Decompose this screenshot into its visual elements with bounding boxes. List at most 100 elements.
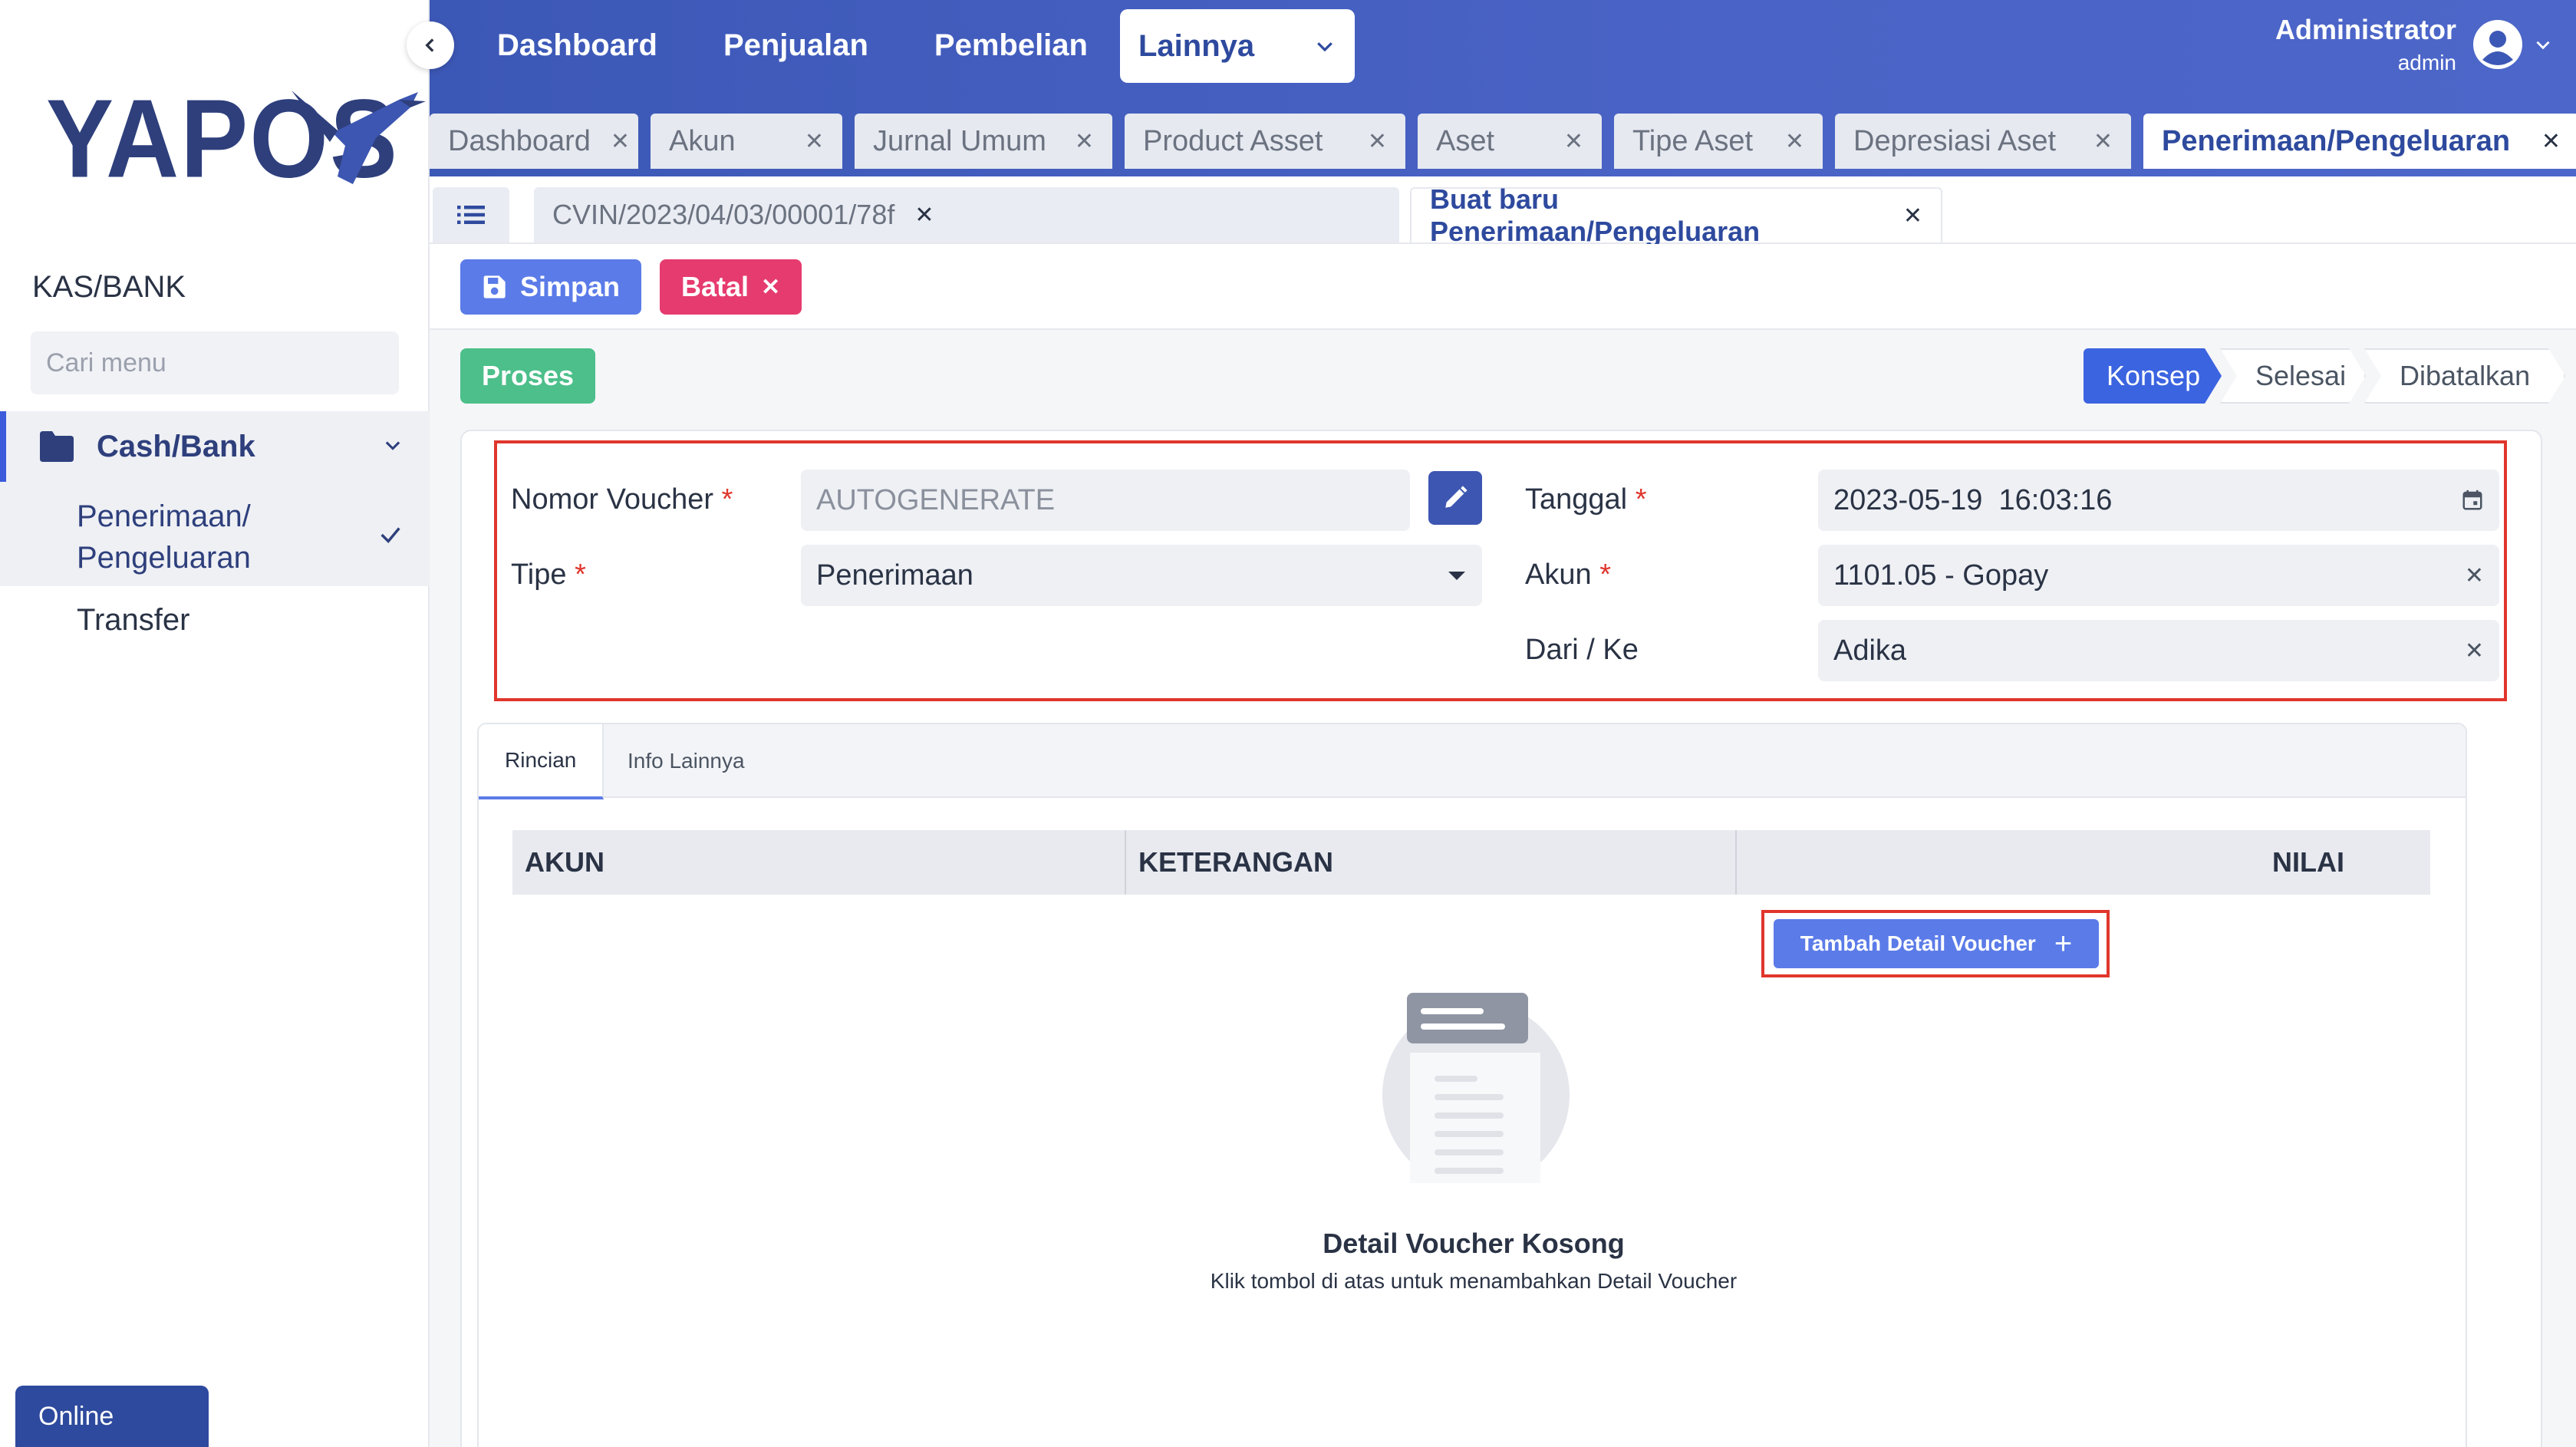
user-avatar-icon [2474,21,2522,68]
close-icon[interactable]: ✕ [1765,128,1804,155]
status-step-dibatalkan[interactable]: Dibatalkan [2364,348,2565,404]
sidebar-section-title: KAS/BANK [32,270,186,304]
save-button[interactable]: Simpan [460,259,642,315]
cancel-button-label: Batal [681,271,749,302]
module-tab-depresiasi-aset[interactable]: Depresiasi Aset ✕ [1835,114,2131,169]
close-icon: ✕ [761,274,781,300]
voucher-number-label-text: Nomor Voucher [511,483,714,516]
nav-lainnya-dropdown[interactable]: Lainnya [1120,9,1355,83]
voucher-number-field[interactable]: AUTOGENERATE [801,470,1410,531]
status-step-konsep[interactable]: Konsep [2084,348,2222,404]
close-icon[interactable]: ✕ [2074,128,2113,155]
party-label: Dari / Ke [1525,634,1639,666]
avatar[interactable] [2473,20,2522,69]
required-mark: * [575,559,586,591]
chevron-down-icon [1317,42,1332,52]
type-select[interactable]: Penerimaan [801,545,1482,606]
status-step-label: Konsep [2107,360,2201,391]
date-field[interactable]: 2023-05-19 16:03:16 [1818,470,2499,531]
add-detail-voucher-button[interactable]: Tambah Detail Voucher + [1774,919,2099,968]
empty-document-illustration-icon [1382,993,1570,1183]
close-icon[interactable]: ✕ [2522,128,2561,155]
nav-lainnya-label: Lainnya [1138,28,1255,63]
document-tab-cvin[interactable]: CVIN/2023/04/03/00001/78f ✕ [534,187,1399,242]
column-header-akun[interactable]: AKUN [512,830,1126,895]
close-icon[interactable]: ✕ [1348,128,1387,155]
edit-voucher-number-button[interactable] [1428,471,1482,525]
module-tab-jurnal-umum[interactable]: Jurnal Umum ✕ [855,114,1112,169]
clear-icon[interactable]: ✕ [2465,562,2484,589]
process-button[interactable]: Proses [460,348,596,404]
account-label-text: Akun [1525,559,1592,591]
account-select[interactable]: 1101.05 - Gopay ✕ [1818,545,2499,606]
status-flow: Konsep Selesai Dibatalkan [2085,348,2565,404]
sidebar-item-penerimaan-pengeluaran[interactable]: Penerimaan/ Pengeluaran [0,482,430,586]
tab-info-lainnya[interactable]: Info Lainnya [601,724,771,798]
close-icon[interactable]: ✕ [591,128,630,155]
type-label: Tipe * [511,559,586,592]
account-label: Akun * [1525,559,1611,592]
empty-state-subtitle: Klik tombol di atas untuk menambahkan De… [1210,1269,1738,1293]
close-icon[interactable]: ✕ [1903,203,1922,229]
document-tab-new[interactable]: Buat baru Penerimaan/Pengeluaran ✕ [1410,183,1942,247]
list-view-tab[interactable] [433,187,509,242]
module-tab-label: Jurnal Umum [873,124,1046,157]
sidebar-item-transfer[interactable]: Transfer [77,603,189,638]
sidebar-group-cash-bank[interactable]: Cash/Bank [0,411,430,482]
module-tab-label: Depresiasi Aset [1853,124,2057,157]
document-tabs: CVIN/2023/04/03/00001/78f ✕ Buat baru Pen… [430,176,2576,247]
type-label-text: Tipe [511,559,567,591]
calendar-icon[interactable] [2461,489,2484,512]
main-menu: Dashboard Penjualan Pembelian [497,26,1088,64]
tab-rincian[interactable]: Rincian [479,724,604,799]
module-tab-aset[interactable]: Aset ✕ [1418,114,1602,169]
chevron-down-icon[interactable] [382,434,404,456]
module-tab-akun[interactable]: Akun ✕ [651,114,842,169]
close-icon[interactable]: ✕ [1055,128,1094,155]
tab-label: Info Lainnya [628,749,745,773]
account-value: 1101.05 - Gopay [1833,559,2049,592]
main-content: CVIN/2023/04/03/00001/78f ✕ Buat baru Pen… [430,176,2576,1447]
chevron-down-icon[interactable] [2533,35,2553,54]
column-header-nilai[interactable]: NILAI [1737,830,2430,895]
tab-label: Rincian [505,748,577,772]
detail-tabs: Rincian Info Lainnya [479,724,2466,799]
menu-search[interactable] [31,331,399,394]
type-value: Penerimaan [816,559,973,592]
required-mark: * [1635,483,1647,516]
top-navigation: Dashboard Penjualan Pembelian Lainnya Ad… [430,0,2576,176]
status-step-selesai[interactable]: Selesai [2220,348,2366,404]
date-label-text: Tanggal [1525,483,1628,516]
module-tab-penerimaan-pengeluaran[interactable]: Penerimaan/Pengeluaran ✕ [2143,114,2576,169]
voucher-number-label: Nomor Voucher * [511,483,733,516]
module-tab-tipe-aset[interactable]: Tipe Aset ✕ [1614,114,1823,169]
list-icon [457,206,485,224]
menu-search-input[interactable] [46,348,386,378]
sidebar-collapse-button[interactable] [407,21,454,69]
module-tab-label: Akun [669,124,736,157]
required-mark: * [1599,559,1611,591]
party-select[interactable]: Adika ✕ [1818,620,2499,681]
brand-logo[interactable]: YAPOS [46,76,426,200]
column-header-keterangan[interactable]: KETERANGAN [1126,830,1737,895]
connection-status-badge: Online [15,1386,209,1447]
sidebar-item-label: Penerimaan/ Pengeluaran [77,499,251,575]
user-name: Administrator [2275,14,2456,45]
nav-penjualan[interactable]: Penjualan [723,26,868,64]
module-tab-label: Tipe Aset [1632,124,1754,157]
close-icon[interactable]: ✕ [914,202,934,229]
voucher-number-value: AUTOGENERATE [816,483,1056,516]
nav-dashboard[interactable]: Dashboard [497,26,657,64]
module-tab-dashboard[interactable]: Dashboard ✕ [430,114,638,169]
party-value: Adika [1833,634,1907,667]
nav-pembelian[interactable]: Pembelian [934,26,1088,64]
close-icon[interactable]: ✕ [1544,128,1583,155]
close-icon[interactable]: ✕ [785,128,824,155]
clear-icon[interactable]: ✕ [2465,638,2484,664]
module-tabs: Dashboard ✕ Akun ✕ Jurnal Umum ✕ Product As… [430,114,2576,169]
cancel-button[interactable]: Batal ✕ [660,259,802,315]
user-menu[interactable]: Administrator admin [2275,14,2553,75]
user-role: admin [2397,51,2456,74]
module-tab-product-asset[interactable]: Product Asset ✕ [1125,114,1405,169]
folder-icon [40,431,74,462]
